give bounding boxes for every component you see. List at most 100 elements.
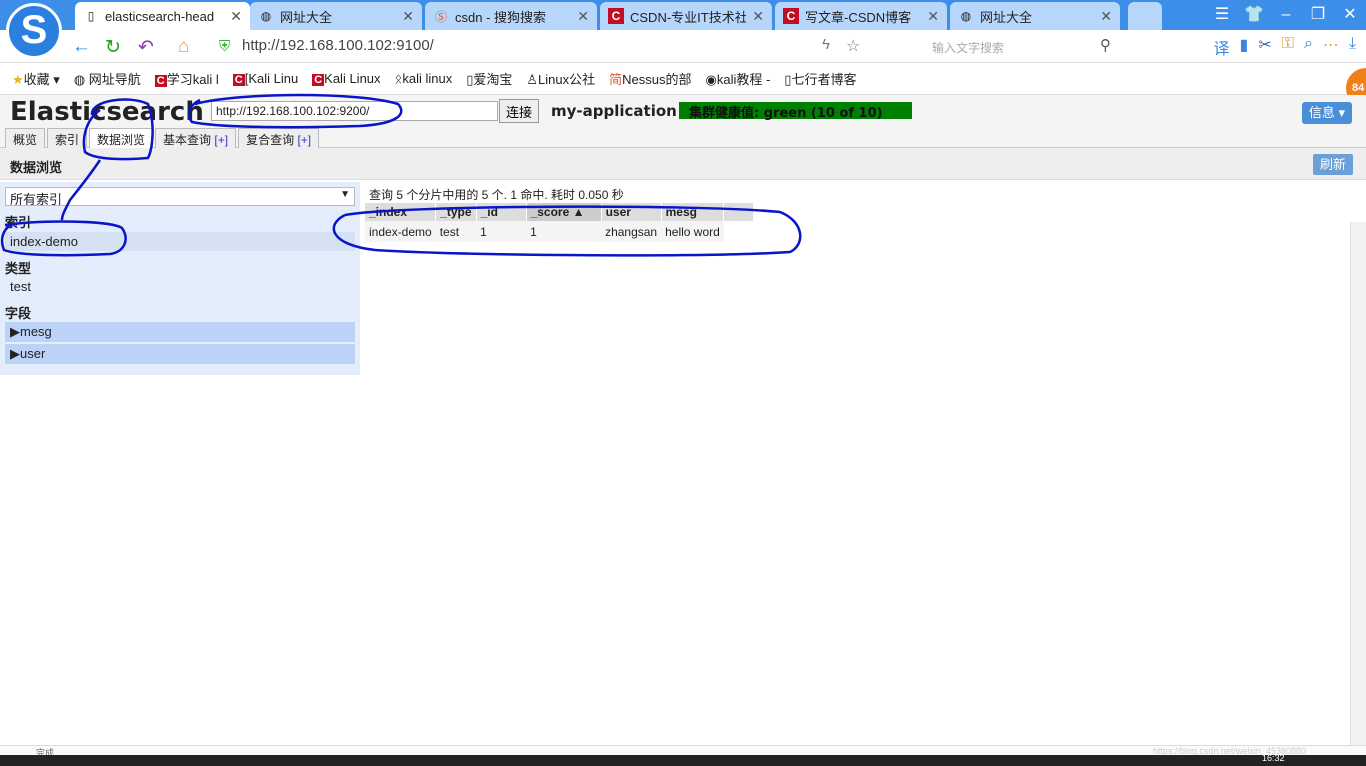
info-menu-button[interactable]: 信息 ▾ [1302, 102, 1352, 124]
browser-tab-bar: S ▯ elasticsearch-head ✕ ◍ 网址大全 ✕ Ⓢcsdn - 搜狗… [0, 0, 1366, 59]
close-tab-icon[interactable]: ✕ [230, 8, 242, 25]
browser-tab[interactable]: ▯ elasticsearch-head ✕ [75, 2, 250, 30]
table-row[interactable]: index-demo test 1 1 zhangsan hello word [365, 221, 754, 242]
cell: hello word [661, 221, 724, 242]
section-title: 数据浏览 [10, 160, 63, 175]
field-item[interactable]: ▶mesg [5, 322, 355, 342]
tab-overview[interactable]: 概览 [5, 128, 46, 148]
index-item[interactable]: index-demo [5, 232, 355, 251]
menu-icon[interactable]: ☰ [1206, 0, 1238, 30]
type-item[interactable]: test [5, 277, 355, 296]
magnifier-icon[interactable]: ⌕ [1304, 35, 1313, 59]
minimize-icon[interactable]: – [1270, 0, 1302, 30]
sogou-icon: Ⓢ [434, 9, 447, 24]
type-heading: 类型 [5, 261, 32, 276]
expand-triangle-icon: ▶ [10, 324, 20, 339]
home-icon[interactable]: ⌂ [178, 36, 189, 58]
bookmark-item[interactable]: ▯爱淘宝 [466, 69, 512, 88]
reload-icon[interactable]: ↻ [105, 36, 121, 59]
close-tab-icon[interactable]: ✕ [577, 8, 589, 25]
bookmark-item[interactable]: ★收藏 ▾ [12, 69, 60, 88]
refresh-button[interactable]: 刷新 [1313, 154, 1353, 175]
bookmark-item[interactable]: ◉kali教程 - [706, 69, 771, 88]
tab-compound-query[interactable]: 复合查询 [+] [238, 128, 320, 148]
translate-icon[interactable]: 译 [1214, 35, 1230, 59]
new-tab-button[interactable] [1128, 2, 1162, 30]
bookmark-item[interactable]: C [Kali Linu [232, 71, 298, 86]
search-input[interactable]: 输入文字搜索 [932, 39, 1004, 56]
globe-icon: ◍ [960, 9, 972, 23]
download-icon[interactable]: ⤓ [1349, 35, 1356, 59]
scissors-icon[interactable]: ✂ [1258, 35, 1271, 59]
csdn-icon: C [608, 8, 624, 24]
globe-icon: ◍ [260, 9, 272, 23]
star-icon[interactable]: ☆ [846, 36, 860, 56]
tab-indices[interactable]: 索引 [47, 128, 88, 148]
sogou-browser-logo[interactable]: S [6, 3, 62, 59]
address-bar: ← ↻ ↶ ⌂ ⛨ http://192.168.100.102:9100/ ϟ… [0, 30, 1366, 63]
bookmark-item[interactable]: ◍ 网址导航 [74, 69, 141, 88]
more-icon[interactable]: ⋯ [1323, 35, 1339, 59]
cell: 1 [526, 221, 602, 242]
browser-tab[interactable]: C 写文章-CSDN博客 ✕ [775, 2, 947, 30]
url-input[interactable]: http://192.168.100.102:9100/ [242, 37, 434, 54]
restore-icon[interactable]: ❐ [1302, 0, 1334, 30]
column-header[interactable]: _index [365, 203, 437, 221]
browser-tab[interactable]: Ⓢcsdn - 搜狗搜索 ✕ [425, 2, 597, 30]
close-tab-icon[interactable]: ✕ [752, 8, 764, 25]
browser-tab[interactable]: ◍ 网址大全 ✕ [950, 2, 1120, 30]
results-table: _index _type _id _score ▲ user mesg inde… [365, 203, 755, 242]
cell: index-demo [365, 221, 436, 242]
bookmark-item[interactable]: ▯七行者博客 [784, 69, 856, 88]
column-header[interactable]: _score ▲ [526, 203, 602, 221]
field-heading: 字段 [5, 306, 32, 321]
jian-icon: 简 [609, 72, 623, 87]
cell: test [435, 221, 477, 242]
bookmarks-bar: ★收藏 ▾ ◍ 网址导航 C 学习kali l C [Kali Linu C Kali… [0, 63, 1366, 95]
star-icon: ★ [12, 72, 24, 87]
expand-triangle-icon: ▶ [10, 346, 20, 361]
status-bar: 完成 https://blog.csdn.net/weixin_45380880 [0, 745, 1366, 758]
key-icon[interactable]: ⚿ [1282, 35, 1294, 59]
field-item[interactable]: ▶user [5, 344, 355, 364]
bookmark-item[interactable]: ᛟkali linux [395, 71, 453, 86]
phone-icon[interactable]: ▮ [1240, 35, 1249, 59]
secure-shield-icon: ⛨ [219, 38, 231, 55]
browser-tab[interactable]: ◍ 网址大全 ✕ [250, 2, 422, 30]
column-header-filler [723, 203, 755, 221]
bookmark-item[interactable]: ♙Linux公社 [526, 69, 595, 88]
column-header[interactable]: mesg [661, 203, 725, 221]
connect-button[interactable]: 连接 [499, 99, 540, 123]
cell: 1 [476, 221, 527, 242]
skin-icon[interactable]: 👕 [1238, 0, 1270, 30]
tux-icon: ♙ [526, 72, 539, 87]
close-tab-icon[interactable]: ✕ [927, 8, 939, 25]
bookmark-item[interactable]: 简Nessus的部 [609, 69, 691, 88]
vertical-scrollbar[interactable] [1350, 222, 1366, 745]
index-heading: 索引 [5, 215, 32, 230]
index-select[interactable]: 所有索引 ▼ [5, 187, 355, 207]
tab-basic-query[interactable]: 基本查询 [+] [155, 128, 237, 148]
csdn-icon: C [232, 74, 245, 86]
browser-tab[interactable]: CCSDN-专业IT技术社区✕ [600, 2, 772, 30]
back-icon[interactable]: ← [72, 36, 91, 58]
bookmark-item[interactable]: C Kali Linux [312, 71, 381, 86]
cluster-url-input[interactable]: http://192.168.100.102:9200/ [211, 101, 498, 121]
page-icon: ▯ [87, 9, 95, 23]
query-summary: 查询 5 个分片中用的 5 个. 1 命中. 耗时 0.050 秒 [369, 188, 624, 202]
csdn-icon: C [154, 75, 167, 87]
kali-icon: ◉ [705, 72, 717, 87]
taskbar: 16:32 [0, 753, 1366, 766]
column-header[interactable]: _id [476, 203, 527, 221]
column-header[interactable]: user [601, 203, 662, 221]
close-window-icon[interactable]: ✕ [1334, 0, 1366, 30]
bookmark-item[interactable]: C 学习kali l [154, 69, 219, 88]
search-icon[interactable]: ⚲ [1100, 36, 1111, 54]
close-tab-icon[interactable]: ✕ [1100, 8, 1112, 25]
undo-icon[interactable]: ↶ [138, 36, 154, 59]
lightning-icon[interactable]: ϟ [822, 36, 830, 53]
close-tab-icon[interactable]: ✕ [402, 8, 414, 25]
section-header: 数据浏览 刷新 [0, 148, 1366, 180]
column-header[interactable]: _type [435, 203, 477, 221]
tab-data-browser[interactable]: 数据浏览 [89, 128, 154, 149]
